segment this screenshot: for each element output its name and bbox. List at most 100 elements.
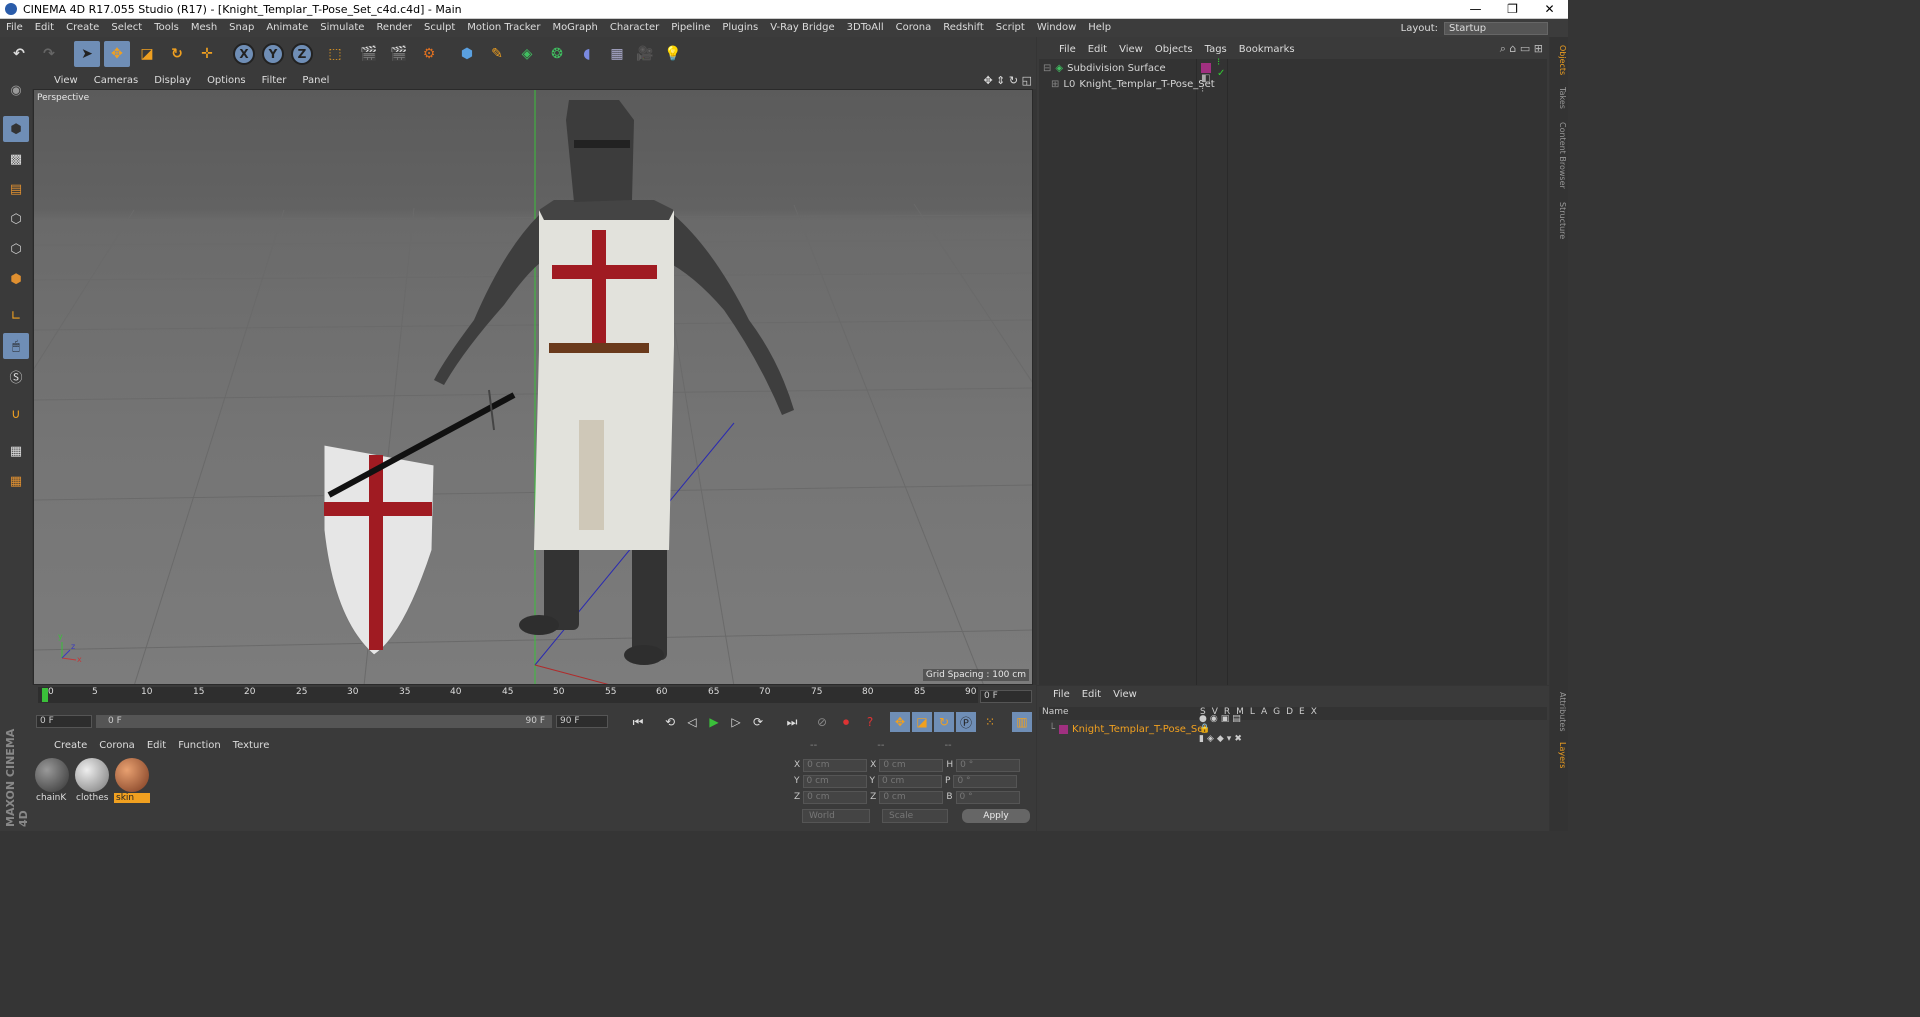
objects-menu-tags[interactable]: Tags: [1199, 44, 1233, 55]
menu-help[interactable]: Help: [1082, 19, 1117, 37]
object-row-subdivision[interactable]: ⊟ ◈ Subdivision Surface ⁝✓: [1043, 57, 1225, 79]
transform-icon[interactable]: ✛: [194, 41, 220, 67]
tab-objects[interactable]: Objects: [1551, 45, 1567, 75]
solo-mode-icon[interactable]: Ⓢ: [3, 363, 29, 389]
workplane-icon[interactable]: ▤: [3, 176, 29, 202]
object-row-knight[interactable]: ⊞ L0 Knight_Templar_T-Pose_Set ◧ ⁝: [1051, 73, 1215, 95]
frame-range-slider[interactable]: 0 F 90 F: [96, 715, 552, 728]
menu-tools[interactable]: Tools: [148, 19, 185, 37]
coordinate-system-icon[interactable]: ⬚: [322, 41, 348, 67]
scale-icon[interactable]: ◪: [134, 41, 160, 67]
make-editable-icon[interactable]: ◉: [3, 77, 29, 103]
rotation-p-field[interactable]: 0 °: [953, 774, 1018, 788]
objects-menu-objects[interactable]: Objects: [1149, 44, 1199, 55]
material-menu-texture[interactable]: Texture: [227, 740, 276, 751]
cube-primitive-icon[interactable]: ⬢: [454, 41, 480, 67]
menu-create[interactable]: Create: [60, 19, 105, 37]
next-key-icon[interactable]: ⟳: [748, 712, 768, 732]
move-icon[interactable]: ✥: [104, 41, 130, 67]
key-point-level-icon[interactable]: ⁙: [980, 712, 1000, 732]
viewport-menu-view[interactable]: View: [46, 75, 86, 86]
tab-structure[interactable]: Structure: [1551, 202, 1567, 239]
previous-key-icon[interactable]: ⟲: [660, 712, 680, 732]
viewport-menu-display[interactable]: Display: [146, 75, 199, 86]
objects-menu-view[interactable]: View: [1113, 44, 1149, 55]
menu-3dtoall[interactable]: 3DToAll: [841, 19, 890, 37]
size-z-field[interactable]: 0 cm: [879, 790, 944, 804]
menu-vray-bridge[interactable]: V-Ray Bridge: [764, 19, 840, 37]
menu-simulate[interactable]: Simulate: [314, 19, 370, 37]
size-mode-select[interactable]: Scale: [882, 809, 948, 823]
close-button[interactable]: ✕: [1531, 0, 1568, 19]
objects-menu-edit[interactable]: Edit: [1082, 44, 1113, 55]
layer-menu-file[interactable]: File: [1053, 689, 1070, 700]
cloner-icon[interactable]: ❂: [544, 41, 570, 67]
undo-icon[interactable]: ↶: [6, 41, 32, 67]
snap-magnet-icon[interactable]: ∪: [3, 401, 29, 427]
key-rotation-icon[interactable]: ↻: [934, 712, 954, 732]
key-position-icon[interactable]: ✥: [890, 712, 910, 732]
menu-edit[interactable]: Edit: [29, 19, 60, 37]
rotate-icon[interactable]: ↻: [164, 41, 190, 67]
timeline-ruler[interactable]: 0 5 10 15 20 25 30 35 40 45 50 55 60 65 …: [38, 687, 978, 703]
viewport-menu-filter[interactable]: Filter: [254, 75, 295, 86]
minimize-button[interactable]: —: [1457, 0, 1494, 19]
menu-window[interactable]: Window: [1031, 19, 1082, 37]
axis-mode-icon[interactable]: ∟: [3, 303, 29, 329]
restore-button[interactable]: ❐: [1494, 0, 1531, 19]
render-view-icon[interactable]: 🎬: [356, 41, 382, 67]
menu-render[interactable]: Render: [370, 19, 418, 37]
key-scale-icon[interactable]: ◪: [912, 712, 932, 732]
position-y-field[interactable]: 0 cm: [802, 774, 867, 788]
previous-frame-icon[interactable]: ◁: [682, 712, 702, 732]
coord-system-select[interactable]: World: [802, 809, 870, 823]
material-menu-corona[interactable]: Corona: [93, 740, 141, 751]
menu-redshift[interactable]: Redshift: [937, 19, 990, 37]
keyframe-record-icon[interactable]: ⊘: [812, 712, 832, 732]
polygons-mode-icon[interactable]: ⬢: [3, 266, 29, 292]
go-to-start-icon[interactable]: ⏮: [628, 712, 648, 732]
texture-mode-icon[interactable]: ▩: [3, 146, 29, 172]
menu-mesh[interactable]: Mesh: [185, 19, 223, 37]
menu-mograph[interactable]: MoGraph: [546, 19, 603, 37]
size-x-field[interactable]: 0 cm: [879, 758, 944, 772]
deformer-icon[interactable]: ◖: [574, 41, 600, 67]
render-settings-icon[interactable]: ⚙: [416, 41, 442, 67]
menu-plugins[interactable]: Plugins: [716, 19, 764, 37]
key-parameter-icon[interactable]: Ⓟ: [956, 712, 976, 732]
material-menu-edit[interactable]: Edit: [141, 740, 172, 751]
menu-pipeline[interactable]: Pipeline: [665, 19, 716, 37]
model-mode-icon[interactable]: ⬢: [3, 116, 29, 142]
timeline-window-icon[interactable]: ▥: [1012, 712, 1032, 732]
planar-workplane-icon[interactable]: ▦: [3, 468, 29, 494]
menu-snap[interactable]: Snap: [223, 19, 260, 37]
menu-animate[interactable]: Animate: [260, 19, 314, 37]
layer-flag-icons[interactable]: ●◉▣▤🔒▮◈◆▾✖: [1199, 714, 1245, 744]
edges-mode-icon[interactable]: ⬡: [3, 236, 29, 262]
tab-takes[interactable]: Takes: [1551, 87, 1567, 109]
menu-select[interactable]: Select: [105, 19, 148, 37]
objects-menu-file[interactable]: File: [1053, 44, 1082, 55]
rotation-b-field[interactable]: 0 °: [955, 790, 1020, 804]
menu-character[interactable]: Character: [604, 19, 665, 37]
keyframe-selection-icon[interactable]: ?: [860, 712, 880, 732]
search-icon[interactable]: ⌕ ⌂ ▭ ⊞: [1500, 42, 1543, 56]
layout-select[interactable]: Startup: [1444, 21, 1548, 35]
lock-workplane-icon[interactable]: ▦: [3, 438, 29, 464]
tab-layers[interactable]: Layers: [1551, 742, 1567, 768]
layer-row[interactable]: └ Knight_Templar_T-Pose_Set ●◉▣▤🔒▮◈◆▾✖: [1049, 714, 1242, 744]
points-mode-icon[interactable]: ⬡: [3, 206, 29, 232]
layer-menu-view[interactable]: View: [1113, 689, 1137, 700]
layer-menu-edit[interactable]: Edit: [1082, 689, 1101, 700]
menu-motion-tracker[interactable]: Motion Tracker: [461, 19, 546, 37]
material-skin[interactable]: skin: [114, 757, 150, 805]
go-to-end-icon[interactable]: ⏭: [782, 712, 802, 732]
material-chaink[interactable]: chainK: [34, 757, 70, 805]
light-icon[interactable]: 💡: [660, 41, 686, 67]
menu-file[interactable]: File: [0, 19, 29, 37]
viewport-menu-cameras[interactable]: Cameras: [86, 75, 146, 86]
subdivision-generator-icon[interactable]: ◈: [514, 41, 540, 67]
x-axis-lock-button[interactable]: X: [233, 43, 255, 65]
rotation-h-field[interactable]: 0 °: [956, 758, 1021, 772]
tab-content-browser[interactable]: Content Browser: [1551, 122, 1567, 189]
